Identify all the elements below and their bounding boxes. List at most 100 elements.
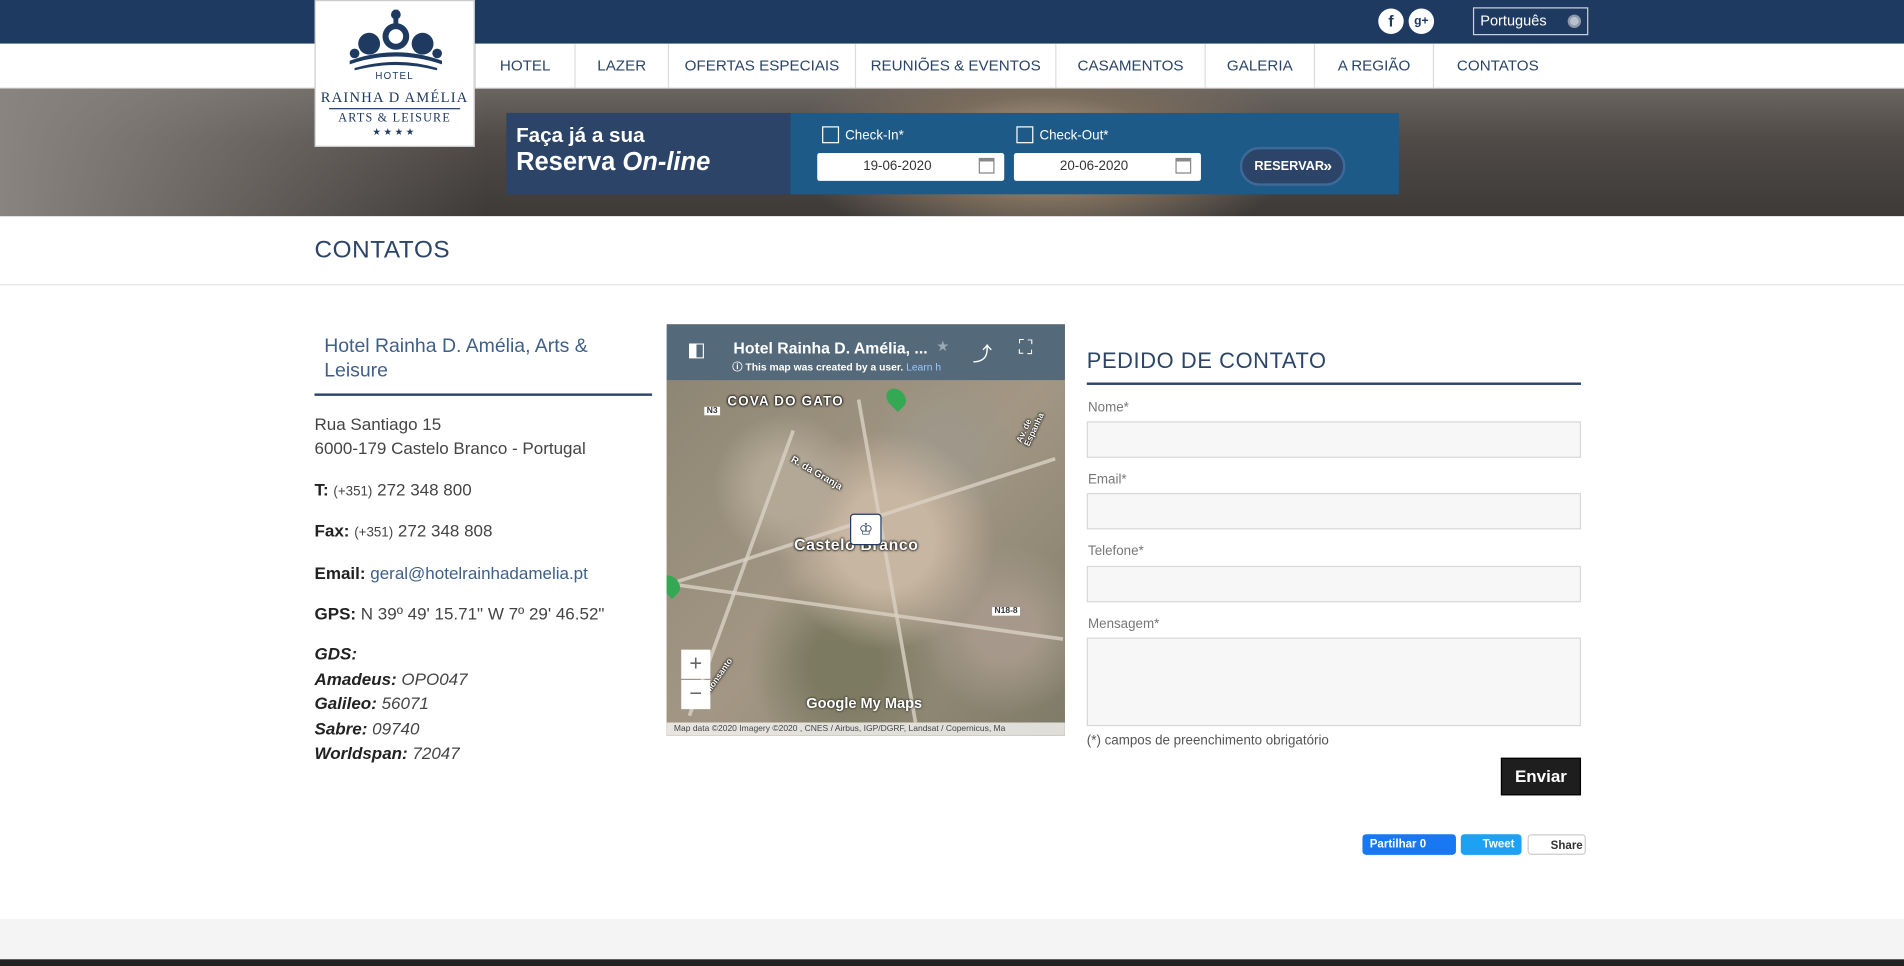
send-button[interactable]: Enviar [1500, 757, 1582, 796]
page-title: CONTATOS [314, 236, 451, 264]
amadeus-label: Amadeus: [314, 668, 397, 688]
calendar-icon[interactable] [978, 157, 995, 174]
fullscreen-icon[interactable]: ⛶ [1019, 338, 1033, 360]
message-label: Mensagem* [1088, 616, 1160, 632]
nav-reunioes-eventos[interactable]: REUNIÕES & EVENTOS [854, 43, 1055, 89]
main-nav: HOTEL LAZER OFERTAS ESPECIAIS REUNIÕES &… [0, 43, 1904, 89]
booking-line2-b: On-line [622, 148, 711, 177]
galileo-code: 56071 [381, 693, 429, 713]
tweet-button[interactable]: Tweet [1460, 834, 1522, 855]
fax-number: 272 348 808 [397, 520, 493, 541]
logo-tagline: ARTS & LEISURE [338, 111, 452, 126]
checkout-input[interactable]: 20-06-2020 [1013, 153, 1201, 181]
star-icon[interactable]: ★ [936, 338, 949, 355]
email-label: Email* [1088, 472, 1127, 487]
booking-widget: Faça já a sua Reserva On-line Check-In* … [506, 112, 1399, 195]
footer-bar [0, 959, 1904, 966]
phone-label: Telefone* [1088, 544, 1144, 559]
message-textarea[interactable] [1086, 637, 1582, 727]
language-label: Português [1480, 12, 1547, 30]
nav-ofertas-especiais[interactable]: OFERTAS ESPECIAIS [667, 43, 855, 89]
double-chevron-icon: » [1323, 156, 1333, 175]
checkin-value: 19-06-2020 [863, 159, 932, 174]
hotel-marker-icon[interactable]: ♔ [850, 513, 882, 546]
map-header: ◧ Hotel Rainha D. Amélia, ... ★ ⤴ ⛶ ⓘ Th… [666, 324, 1065, 381]
checkin-icon [822, 126, 840, 144]
facebook-share-button[interactable]: Partilhar 0 [1362, 834, 1456, 855]
radio-icon [1567, 14, 1582, 28]
address-line1: Rua Santiago 15 [314, 414, 442, 434]
reserve-button[interactable]: RESERVAR» [1239, 146, 1346, 186]
booking-line1: Faça já a sua [516, 123, 645, 147]
map-title: Hotel Rainha D. Amélia, ... [733, 338, 928, 358]
sabre-code: 09740 [372, 718, 420, 738]
facebook-icon[interactable]: f [1378, 8, 1404, 35]
linkedin-share-label: Share [1550, 839, 1583, 853]
fax-prefix: (+351) [354, 525, 394, 541]
zoom-out-button[interactable]: − [681, 680, 711, 710]
galileo-label: Galileo: [314, 693, 377, 713]
phone-row: T: (+351) 272 348 800 [315, 477, 472, 504]
share-icon[interactable]: ⤴ [973, 338, 992, 367]
required-note: (*) campos de preenchimento obrigatório [1086, 733, 1329, 749]
checkin-label-text: Check-In* [845, 128, 904, 144]
nav-galeria[interactable]: GALERIA [1204, 43, 1314, 89]
learn-more-link[interactable]: Learn h [906, 361, 941, 373]
booking-line2: Reserva On-line [516, 148, 710, 177]
booking-line2-a: Reserva [516, 148, 616, 177]
contact-form-title: PEDIDO DE CONTATO [1086, 348, 1327, 373]
map-label-road: N18-8 [992, 607, 1021, 616]
worldspan-code: 72047 [412, 743, 460, 763]
embedded-map[interactable]: ◧ Hotel Rainha D. Amélia, ... ★ ⤴ ⛶ ⓘ Th… [666, 324, 1065, 736]
worldspan-label: Worldspan: [314, 743, 408, 763]
nav-hotel[interactable]: HOTEL [474, 43, 575, 89]
fax-label: Fax: [314, 520, 350, 541]
logo-name: RAINHA D AMÉLIA [320, 88, 469, 106]
checkin-input[interactable]: 19-06-2020 [817, 153, 1005, 181]
footer [0, 919, 1904, 960]
nav-a-regiao[interactable]: A REGIÃO [1313, 43, 1433, 89]
sidebar-toggle-icon[interactable]: ◧ [687, 338, 705, 362]
crown-icon [349, 9, 443, 71]
linkedin-share-button[interactable]: Share [1527, 834, 1586, 855]
logo-divider [329, 108, 461, 110]
gps-value: N 39º 49' 15.71" W 7º 29' 46.52" [360, 603, 605, 623]
reserve-label: RESERVAR [1254, 159, 1325, 174]
email-field[interactable] [1086, 493, 1582, 530]
amadeus-code: OPO047 [401, 668, 468, 688]
nav-contatos[interactable]: CONTATOS [1432, 43, 1562, 89]
map-subtitle: ⓘ This map was created by a user. Learn … [732, 360, 942, 373]
email-row: Email: geral@hotelrainhadamelia.pt [315, 561, 588, 585]
divider [314, 393, 653, 396]
zoom-in-button[interactable]: + [681, 649, 711, 679]
checkout-label: Check-Out* [1016, 126, 1108, 144]
gps-label: GPS: [314, 603, 357, 623]
fax-row: Fax: (+351) 272 348 808 [315, 519, 493, 546]
phone-field[interactable] [1086, 565, 1582, 603]
address-block: Rua Santiago 15 6000-179 Castelo Branco … [315, 412, 586, 461]
nav-lazer[interactable]: LAZER [574, 43, 668, 89]
name-field[interactable] [1086, 421, 1582, 458]
google-my-maps-logo: Google My Maps [806, 694, 923, 712]
name-label: Nome* [1088, 400, 1129, 416]
hotel-name: Hotel Rainha D. Amélia, Arts & Leisure [324, 336, 588, 382]
hotel-logo[interactable]: HOTEL RAINHA D AMÉLIA ARTS & LEISURE ★★★… [314, 0, 475, 147]
logo-hotel: HOTEL [375, 70, 414, 82]
map-attribution: Map data ©2020 Imagery ©2020 , CNES / Ai… [666, 722, 1065, 736]
tweet-label: Tweet [1482, 837, 1515, 852]
address-line2: 6000-179 Castelo Branco - Portugal [314, 438, 586, 458]
google-plus-icon[interactable]: g+ [1408, 8, 1435, 35]
email-label: Email: [314, 563, 366, 583]
phone-number: 272 348 800 [377, 479, 472, 500]
checkin-label: Check-In* [822, 126, 904, 144]
language-select[interactable]: Português [1472, 7, 1589, 36]
gds-title: GDS: [314, 643, 358, 664]
map-label-road: N3 [704, 406, 721, 416]
email-link[interactable]: geral@hotelrainhadamelia.pt [370, 563, 588, 582]
logo-stars: ★★★★ [372, 126, 417, 138]
phone-prefix: (+351) [333, 484, 373, 500]
nav-casamentos[interactable]: CASAMENTOS [1055, 43, 1204, 89]
calendar-icon[interactable] [1175, 157, 1192, 174]
map-label-cova-do-gato: COVA DO GATO [727, 394, 844, 410]
map-subtitle-text: This map was created by a user. [745, 360, 904, 373]
